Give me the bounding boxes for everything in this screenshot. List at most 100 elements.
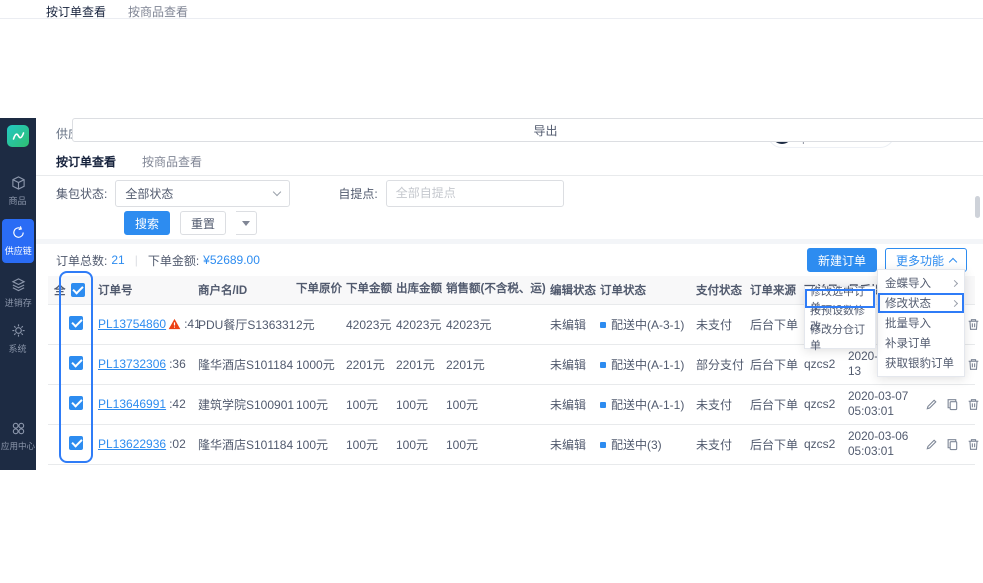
edit-icon[interactable] [925, 398, 938, 411]
sales-cell: 100元 [442, 384, 546, 424]
amount-cell: 100元 [342, 424, 392, 464]
package-status-select[interactable]: 全部状态 [115, 180, 290, 207]
order-link[interactable]: PL13622936 [98, 437, 166, 451]
more-functions-menu: 金蝶导入 修改状态 批量导入 补录订单 获取银豹订单 [877, 269, 965, 377]
merchant-cell: 建筑学院S100901 [194, 384, 292, 424]
row-checkbox[interactable] [69, 436, 83, 450]
top-divider [0, 18, 983, 19]
pay-status-cell: 未支付 [692, 424, 746, 464]
operator-cell: qzcs2 [800, 424, 844, 464]
menu-item-modify-status[interactable]: 修改状态 [878, 293, 964, 313]
sidebar: 商品 供应链 进销存 系统 [0, 118, 36, 470]
header-pay-status: 支付状态 [692, 276, 746, 304]
last-time-cell: 2020-03-07 05:03:01 [844, 384, 921, 424]
edit-icon[interactable] [925, 438, 938, 451]
search-button[interactable]: 搜索 [124, 211, 170, 235]
chevron-up-icon [949, 257, 957, 265]
source-cell: 后台下单 [746, 304, 800, 344]
menu-item-kingdee-import[interactable]: 金蝶导入 [878, 273, 964, 293]
table-row: PL13622936:02 隆华酒店S101184 100元 100元 100元… [48, 424, 975, 464]
delete-icon[interactable] [967, 358, 980, 371]
sidebar-item-system[interactable]: 系统 [0, 323, 36, 355]
order-total-value: 21 [111, 253, 124, 267]
delete-icon[interactable] [967, 318, 980, 331]
status-dot [600, 362, 606, 368]
amount-cell: 2201元 [342, 344, 392, 384]
row-checkbox[interactable] [69, 356, 83, 370]
status-dot [600, 322, 606, 328]
chevron-right-icon [951, 279, 958, 286]
filter-row: 集包状态: 全部状态 自提点: [36, 179, 983, 207]
merchant-cell: PDU餐厅S136331 [194, 304, 292, 344]
inventory-icon [11, 277, 26, 292]
menu-item-fetch-pos-orders[interactable]: 获取银豹订单 [878, 353, 964, 373]
sidebar-item-goods[interactable]: 商品 [0, 175, 36, 207]
source-cell: 后台下单 [746, 424, 800, 464]
export-button[interactable]: 导出 [72, 118, 983, 142]
delete-icon[interactable] [967, 438, 980, 451]
sidebar-item-inventory[interactable]: 进销存 [0, 277, 36, 309]
orig-price-cell: 100元 [292, 424, 342, 464]
sales-cell: 42023元 [442, 304, 546, 344]
header-source: 订单来源 [746, 276, 800, 304]
select-all-checkbox[interactable] [71, 283, 85, 297]
delete-icon[interactable] [967, 398, 980, 411]
menu-item-batch-import[interactable]: 批量导入 [878, 313, 964, 333]
orig-price-cell: 2元 [292, 304, 342, 344]
merchant-cell: 隆华酒店S101184 [194, 424, 292, 464]
summary-row: 订单总数: 21 | 下单金额: ¥52689.00 新建订单 更多功能 [36, 246, 983, 274]
header-order-no: 订单号 [94, 276, 194, 304]
edit-status-cell: 未编辑 [546, 424, 596, 464]
row-checkbox[interactable] [69, 396, 83, 410]
goods-icon [11, 175, 26, 190]
pay-status-cell: 未支付 [692, 304, 746, 344]
action-button-row: 搜索 重置 导出 [36, 209, 983, 237]
pay-status-cell: 部分支付 [692, 344, 746, 384]
sidebar-item-supply-chain[interactable]: 供应链 [2, 219, 34, 263]
tab-order-view[interactable]: 按订单查看 [56, 153, 116, 170]
pickup-point-input[interactable] [386, 180, 564, 207]
order-time-suffix: :36 [169, 357, 186, 371]
submenu-item-modify-split-warehouse[interactable]: 修改分仓订单 [805, 327, 875, 346]
edit-status-cell: 未编辑 [546, 384, 596, 424]
pickup-point-label: 自提点: [338, 185, 377, 202]
header-out-amount[interactable]: 出库金额 [392, 276, 442, 304]
menu-item-supplement-order[interactable]: 补录订单 [878, 333, 964, 353]
package-status-value: 全部状态 [125, 185, 173, 202]
brand-wave-icon [12, 131, 25, 141]
header-merchant: 商户名/ID [194, 276, 292, 304]
order-link[interactable]: PL13732306 [98, 357, 166, 371]
header-sales[interactable]: 销售额(不含税、运) [442, 276, 546, 304]
export-dropdown-button[interactable] [236, 211, 257, 235]
edit-status-cell: 未编辑 [546, 344, 596, 384]
screen: 按订单查看 按商品查看 商品 供应链 [0, 0, 983, 583]
order-link[interactable]: PL13754860 [98, 317, 166, 331]
new-order-button[interactable]: 新建订单 [807, 248, 877, 272]
out-amount-cell: 100元 [392, 384, 442, 424]
orig-price-cell: 100元 [292, 384, 342, 424]
system-gear-icon [11, 323, 26, 338]
copy-icon[interactable] [946, 398, 959, 411]
package-status-label: 集包状态: [56, 185, 107, 202]
out-amount-cell: 100元 [392, 424, 442, 464]
header-edit-status: 编辑状态 [546, 276, 596, 304]
brand-logo[interactable] [7, 125, 29, 147]
copy-icon[interactable] [946, 438, 959, 451]
row-checkbox[interactable] [69, 316, 83, 330]
vertical-scrollbar-thumb[interactable] [975, 196, 980, 218]
view-tabs: 按订单查看 按商品查看 [36, 148, 983, 176]
out-amount-cell: 2201元 [392, 344, 442, 384]
order-status-cell: 配送中(A-1-1) [596, 384, 692, 424]
supply-chain-icon [11, 225, 26, 240]
edit-status-cell: 未编辑 [546, 304, 596, 344]
summary-separator: | [135, 253, 138, 267]
tab-product-view[interactable]: 按商品查看 [142, 153, 202, 170]
sidebar-item-app-center[interactable]: 应用中心 [0, 421, 36, 452]
amount-cell: 42023元 [342, 304, 392, 344]
reset-button[interactable]: 重置 [180, 211, 226, 235]
header-order-amount[interactable]: 下单金额 [342, 276, 392, 304]
order-link[interactable]: PL13646991 [98, 397, 166, 411]
merchant-cell: 隆华酒店S101184 [194, 344, 292, 384]
header-orig-price[interactable]: 下单原价 [292, 276, 342, 304]
status-dot [600, 442, 606, 448]
